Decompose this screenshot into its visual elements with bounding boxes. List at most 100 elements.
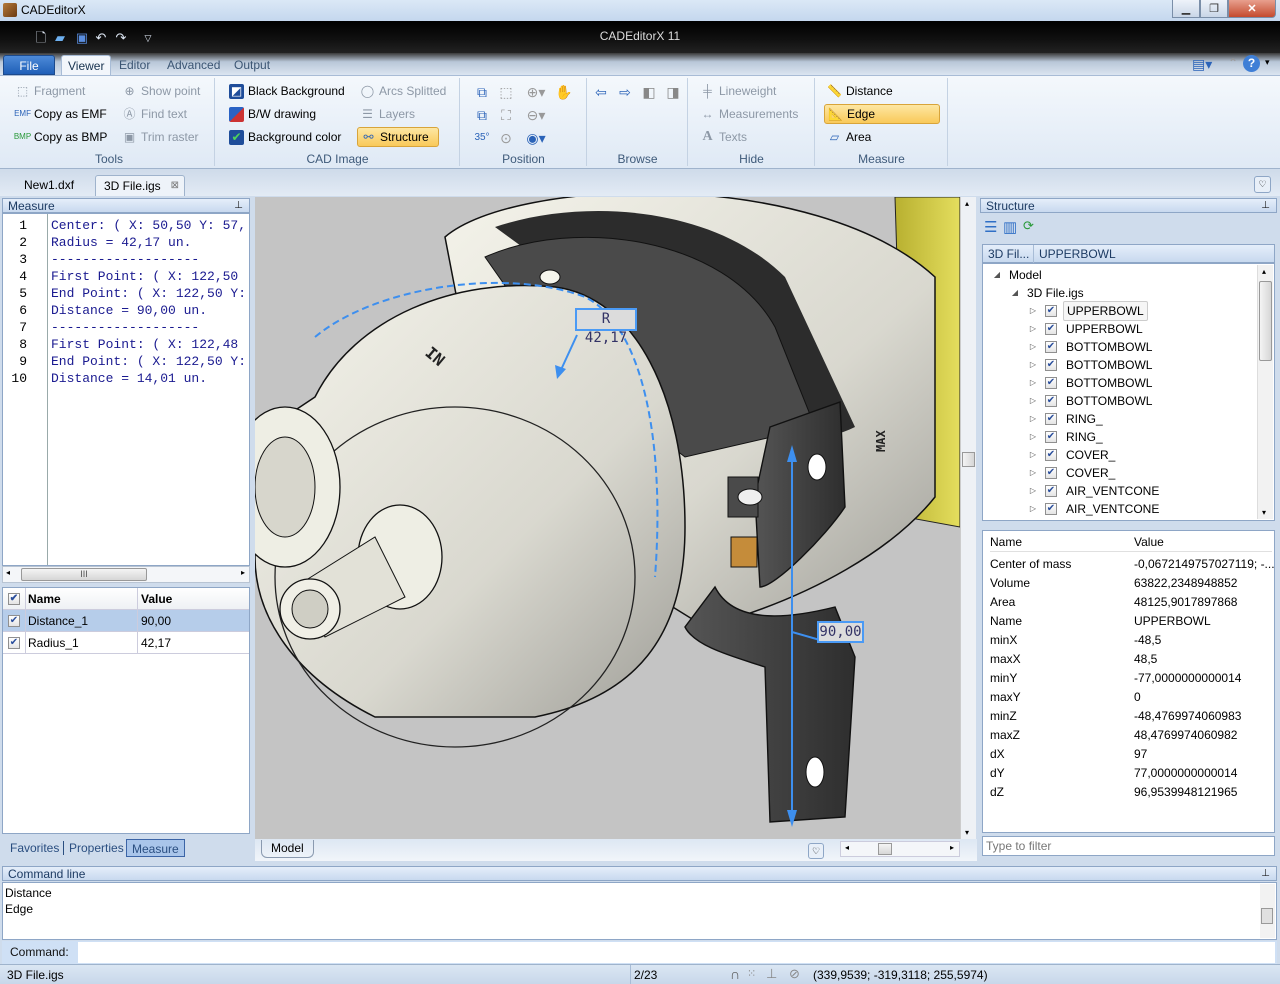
scroll-thumb[interactable] [878,843,892,855]
next-page-icon[interactable]: ◨ [664,83,682,101]
window-layout-icon[interactable]: ▤▾ [1192,56,1212,73]
tree-node[interactable]: ▷ ✔ AIR_VENTCONE [1027,482,1162,500]
tree-node[interactable]: ▷ ✔ UPPERBOWL [1027,301,1148,321]
property-row[interactable]: maxZ 48,4769974060982 [990,726,1272,745]
row-checkbox[interactable]: ✔ [8,636,20,649]
node-checkbox[interactable]: ✔ [1045,395,1057,407]
find-text-button[interactable]: Ⓐ Find text [119,104,190,124]
expand-icon[interactable]: ▷ [1027,320,1039,338]
tab-file[interactable]: File [3,55,55,75]
measurements-button[interactable]: ↔ Measurements [697,104,801,124]
history-scrollbar[interactable] [1260,884,1275,938]
tab-properties[interactable]: Properties [64,839,129,857]
expand-icon[interactable]: ▷ [1027,338,1039,356]
save-icon[interactable]: ▣ [75,31,89,45]
arcs-splitted-button[interactable]: ◯ Arcs Splitted [357,81,449,101]
node-checkbox[interactable]: ✔ [1045,449,1057,461]
node-checkbox[interactable]: ✔ [1045,305,1057,317]
ortho-icon[interactable]: ⊥ [766,966,777,982]
minimize-button[interactable]: ▁ [1172,0,1200,18]
node-checkbox[interactable]: ✔ [1045,359,1057,371]
app-icon[interactable] [3,3,17,17]
tree-node[interactable]: ▷ ✔ AIR_VENTCONE [1027,500,1162,518]
redo-icon[interactable]: ↷ [114,31,128,45]
pan-hand-icon[interactable]: ✋ [555,83,573,101]
new-file-icon[interactable]: 🗋 [34,31,48,45]
maximize-button[interactable]: ❐ [1200,0,1228,18]
tree-node[interactable]: ▷ ✔ BOTTOMBOWL [1027,356,1155,374]
grid-icon[interactable]: ⁙ [747,967,756,980]
tree-node-file[interactable]: ◢ 3D File.igs [1009,284,1084,302]
row-checkbox[interactable]: ✔ [8,614,20,627]
expand-icon[interactable]: ▷ [1027,302,1039,320]
tree-node[interactable]: ▷ ✔ COVER_ [1027,446,1118,464]
layout-list-icon[interactable]: ♡ [808,843,824,859]
forward-arrow-icon[interactable]: ⇨ [616,83,634,101]
zoom-previous-icon[interactable]: ⊙ [497,129,515,147]
tab-measure[interactable]: Measure [126,839,185,857]
property-row[interactable]: maxX 48,5 [990,650,1272,669]
command-input[interactable] [78,942,1275,963]
polar-tracking-icon[interactable]: ⊘ [789,966,800,982]
tree-node[interactable]: ▷ ✔ BOTTOMBOWL [1027,392,1155,410]
property-row[interactable]: Center of mass -0,0672149757027119; -... [990,555,1274,574]
layers-button[interactable]: ☰ Layers [357,104,418,124]
snap-magnet-icon[interactable]: ∩ [730,966,740,982]
horizontal-split-icon[interactable]: ☰ [984,218,997,236]
expand-icon[interactable]: ▷ [1027,374,1039,392]
background-color-button[interactable]: ✔ Background color [226,127,344,147]
expand-icon[interactable]: ▷ [1027,500,1039,518]
open-folder-icon[interactable]: ▰ [53,31,67,45]
property-row[interactable]: Name UPPERBOWL [990,612,1272,631]
expand-icon[interactable]: ▷ [1027,428,1039,446]
property-row[interactable]: minY -77,0000000000014 [990,669,1272,688]
tab-viewer[interactable]: Viewer [61,55,112,75]
property-row[interactable]: minX -48,5 [990,631,1272,650]
tree-node-model[interactable]: ◢ Model [991,266,1042,284]
scroll-up-icon[interactable]: ▴ [1262,267,1266,276]
tree-node[interactable]: ▷ ✔ RING_ [1027,428,1106,446]
texts-button[interactable]: A Texts [697,127,750,147]
viewport-vertical-scrollbar[interactable]: ▴ ▾ [960,197,976,839]
lineweight-button[interactable]: ╪ Lineweight [697,81,779,101]
fit-to-window-icon[interactable]: ⛶ [497,106,515,124]
property-row[interactable]: minZ -48,4769974060983 [990,707,1272,726]
structure-button[interactable]: ⚯ Structure [357,127,439,147]
property-row[interactable]: Area 48125,9017897868 [990,593,1272,612]
zoom-window-icon[interactable]: ⬚ [497,83,515,101]
expand-icon[interactable]: ▷ [1027,356,1039,374]
distance-dimension-label[interactable]: 90,00 [817,621,864,643]
node-checkbox[interactable]: ✔ [1045,341,1057,353]
node-checkbox[interactable]: ✔ [1045,413,1057,425]
scroll-thumb[interactable] [1261,908,1273,924]
edge-button[interactable]: 📐 Edge [824,104,940,124]
area-button[interactable]: ⏥ Area [824,127,874,147]
previous-page-icon[interactable]: ◧ [640,83,658,101]
distance-button[interactable]: 📏 Distance [824,81,896,101]
rotate-3d-icon[interactable]: 35° [473,129,491,147]
tree-vertical-scrollbar[interactable]: ▴ ▾ [1257,265,1273,519]
horizontal-scrollbar[interactable]: ◂ III ▸ [2,566,250,583]
property-row[interactable]: maxY 0 [990,688,1272,707]
tab-editor[interactable]: Editor [113,55,156,75]
refresh-icon[interactable]: ⟳ [1023,218,1034,234]
pin-icon[interactable]: ⊥ [234,199,243,213]
close-button[interactable]: ✕ [1228,0,1276,18]
expand-icon[interactable]: ◢ [991,266,1003,284]
show-point-button[interactable]: ⊕ Show point [119,81,203,101]
viewport-horizontal-scrollbar[interactable]: ◂ ▸ [840,841,960,857]
fragment-button[interactable]: ⬚ Fragment [12,81,88,101]
zoom-in-icon[interactable]: ⊕▾ [523,83,549,101]
help-icon[interactable]: ? [1243,55,1260,72]
pin-icon[interactable]: ⊥ [1261,867,1270,881]
layout-tab-model[interactable]: Model [261,840,314,858]
node-checkbox[interactable]: ✔ [1045,323,1057,335]
property-row[interactable]: dY 77,0000000000014 [990,764,1272,783]
rotate-90-icon[interactable]: ⧉ [473,106,491,124]
black-background-button[interactable]: ◩ Black Background [226,81,348,101]
orbit-icon[interactable]: ◉▾ [523,129,549,147]
expand-icon[interactable]: ▷ [1027,446,1039,464]
expand-icon[interactable]: ◢ [1009,284,1021,302]
breadcrumb-item[interactable]: UPPERBOWL [1039,247,1116,261]
node-checkbox[interactable]: ✔ [1045,431,1057,443]
